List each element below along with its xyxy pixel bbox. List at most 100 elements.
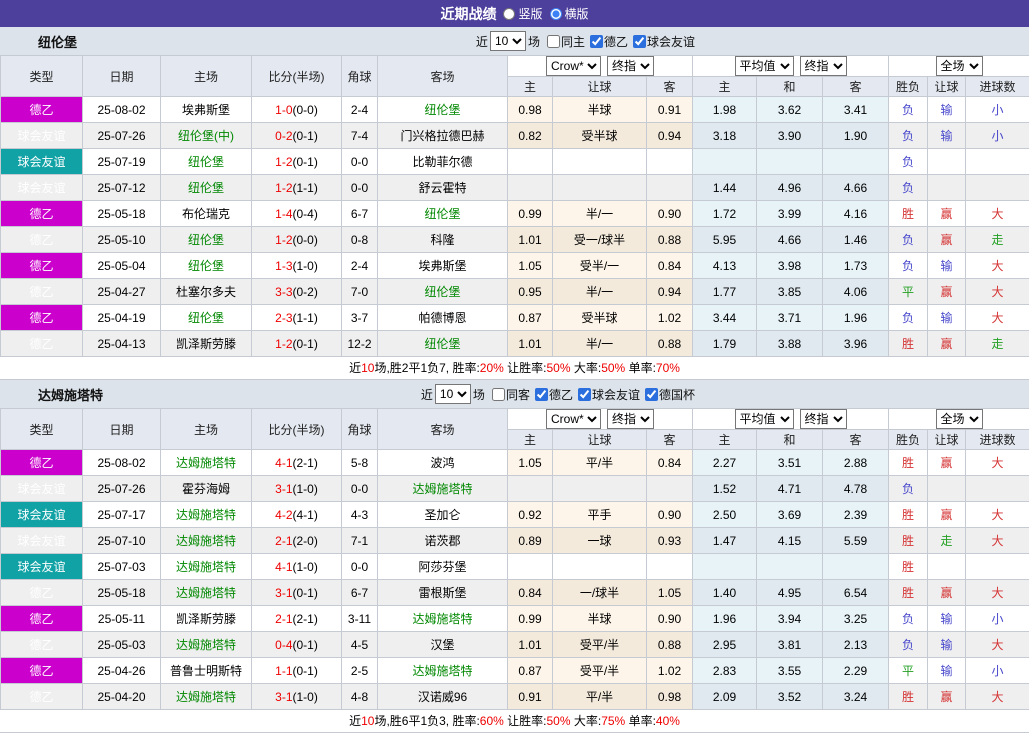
away-team-cell[interactable]: 埃弗斯堡 (378, 253, 508, 279)
league-cell[interactable]: 球会友谊 (1, 502, 83, 528)
league-cell[interactable]: 德乙 (1, 97, 83, 123)
home-team-cell[interactable]: 霍芬海姆 (161, 476, 252, 502)
league-cell[interactable]: 德乙 (1, 606, 83, 632)
odds-away-cell: 0.90 (647, 606, 693, 632)
league-cell[interactable]: 德乙 (1, 658, 83, 684)
league-cell[interactable]: 球会友谊 (1, 149, 83, 175)
filter-checkbox[interactable] (590, 35, 603, 48)
filter-checkbox[interactable] (645, 388, 658, 401)
league-cell[interactable]: 球会友谊 (1, 476, 83, 502)
layout-option-horizontal[interactable]: 横版 (550, 5, 589, 22)
league-cell[interactable]: 德乙 (1, 279, 83, 305)
home-team-cell[interactable]: 达姆施塔特 (161, 528, 252, 554)
home-team-cell[interactable]: 达姆施塔特 (161, 684, 252, 710)
filter-checkbox[interactable] (492, 388, 505, 401)
summary-text-part: 让胜率: (504, 714, 547, 728)
radio-horizontal-layout[interactable] (550, 8, 562, 20)
away-team-cell[interactable]: 门兴格拉德巴赫 (378, 123, 508, 149)
away-team-cell[interactable]: 纽伦堡 (378, 331, 508, 357)
filter-checkbox-label: 同客 (506, 386, 530, 403)
filter-checkbox[interactable] (578, 388, 591, 401)
odds-source-select[interactable]: Crow* (546, 409, 601, 429)
home-team-cell[interactable]: 纽伦堡 (161, 305, 252, 331)
home-team-cell[interactable]: 达姆施塔特 (161, 580, 252, 606)
away-team-cell[interactable]: 汉诺威96 (378, 684, 508, 710)
odds-home-cell (508, 476, 553, 502)
away-team-cell[interactable]: 帕德博恩 (378, 305, 508, 331)
recent-count-select[interactable]: 10 (435, 384, 471, 404)
home-team-cell[interactable]: 纽伦堡 (161, 175, 252, 201)
league-cell[interactable]: 德乙 (1, 580, 83, 606)
league-cell[interactable]: 德乙 (1, 632, 83, 658)
away-team-cell[interactable]: 阿莎芬堡 (378, 554, 508, 580)
radio-vertical-layout[interactable] (503, 8, 515, 20)
home-team-cell[interactable]: 杜塞尔多夫 (161, 279, 252, 305)
odds-source-select[interactable]: Crow* (546, 56, 601, 76)
away-team-cell[interactable]: 汉堡 (378, 632, 508, 658)
result-goals-cell: 小 (966, 97, 1029, 123)
avg-draw-cell: 4.96 (757, 175, 823, 201)
league-cell[interactable]: 德乙 (1, 684, 83, 710)
away-team-cell[interactable]: 科隆 (378, 227, 508, 253)
table-row: 德乙25-04-19纽伦堡2-3(1-1)3-7帕德博恩0.87受半球1.023… (1, 305, 1029, 331)
away-team-cell[interactable]: 雷根斯堡 (378, 580, 508, 606)
avg-stage-select[interactable]: 终指 (800, 409, 847, 429)
filter-checkbox-option[interactable]: 球会友谊 (628, 33, 695, 50)
away-team-cell[interactable]: 纽伦堡 (378, 279, 508, 305)
filter-checkbox-option[interactable]: 同客 (487, 386, 530, 403)
odds-stage-select[interactable]: 终指 (607, 56, 654, 76)
home-team-cell[interactable]: 达姆施塔特 (161, 632, 252, 658)
away-team-cell[interactable]: 圣加仑 (378, 502, 508, 528)
league-cell[interactable]: 德乙 (1, 227, 83, 253)
avg-source-select[interactable]: 平均值 (735, 409, 794, 429)
recent-count-select[interactable]: 10 (490, 31, 526, 51)
scope-select[interactable]: 全场 (936, 409, 983, 429)
home-team-cell[interactable]: 普鲁士明斯特 (161, 658, 252, 684)
league-cell[interactable]: 德乙 (1, 331, 83, 357)
away-team-cell[interactable]: 达姆施塔特 (378, 476, 508, 502)
league-cell[interactable]: 球会友谊 (1, 554, 83, 580)
avg-stage-select[interactable]: 终指 (800, 56, 847, 76)
league-cell[interactable]: 球会友谊 (1, 123, 83, 149)
filter-checkbox-option[interactable]: 球会友谊 (573, 386, 640, 403)
league-cell[interactable]: 德乙 (1, 253, 83, 279)
avg-source-select[interactable]: 平均值 (735, 56, 794, 76)
home-team-cell[interactable]: 纽伦堡(中) (161, 123, 252, 149)
scope-select[interactable]: 全场 (936, 56, 983, 76)
home-team-cell[interactable]: 凯泽斯劳滕 (161, 606, 252, 632)
home-team-cell[interactable]: 达姆施塔特 (161, 554, 252, 580)
home-team-cell[interactable]: 纽伦堡 (161, 253, 252, 279)
filter-checkbox-option[interactable]: 德国杯 (640, 386, 695, 403)
home-team-cell[interactable]: 凯泽斯劳滕 (161, 331, 252, 357)
league-cell[interactable]: 德乙 (1, 450, 83, 476)
layout-option-vertical[interactable]: 竖版 (503, 5, 542, 22)
filter-checkbox[interactable] (535, 388, 548, 401)
home-team-cell[interactable]: 达姆施塔特 (161, 502, 252, 528)
away-team-cell[interactable]: 比勒菲尔德 (378, 149, 508, 175)
league-cell[interactable]: 德乙 (1, 305, 83, 331)
away-team-cell[interactable]: 波鸿 (378, 450, 508, 476)
odds-stage-select[interactable]: 终指 (607, 409, 654, 429)
away-team-cell[interactable]: 舒云霍特 (378, 175, 508, 201)
table-row: 德乙25-04-27杜塞尔多夫3-3(0-2)7-0纽伦堡0.95半/一0.94… (1, 279, 1029, 305)
home-team-cell[interactable]: 纽伦堡 (161, 227, 252, 253)
filter-checkbox-option[interactable]: 德乙 (530, 386, 573, 403)
handicap-cell: 半球 (553, 97, 647, 123)
filter-checkbox[interactable] (633, 35, 646, 48)
league-cell[interactable]: 德乙 (1, 201, 83, 227)
odds-home-cell: 0.99 (508, 606, 553, 632)
away-team-cell[interactable]: 达姆施塔特 (378, 658, 508, 684)
home-team-cell[interactable]: 布伦瑞克 (161, 201, 252, 227)
home-team-cell[interactable]: 纽伦堡 (161, 149, 252, 175)
home-team-cell[interactable]: 埃弗斯堡 (161, 97, 252, 123)
filter-checkbox-option[interactable]: 同主 (542, 33, 585, 50)
away-team-cell[interactable]: 诺茨郡 (378, 528, 508, 554)
league-cell[interactable]: 球会友谊 (1, 175, 83, 201)
away-team-cell[interactable]: 纽伦堡 (378, 201, 508, 227)
filter-checkbox-option[interactable]: 德乙 (585, 33, 628, 50)
league-cell[interactable]: 球会友谊 (1, 528, 83, 554)
filter-checkbox[interactable] (547, 35, 560, 48)
away-team-cell[interactable]: 达姆施塔特 (378, 606, 508, 632)
home-team-cell[interactable]: 达姆施塔特 (161, 450, 252, 476)
away-team-cell[interactable]: 纽伦堡 (378, 97, 508, 123)
